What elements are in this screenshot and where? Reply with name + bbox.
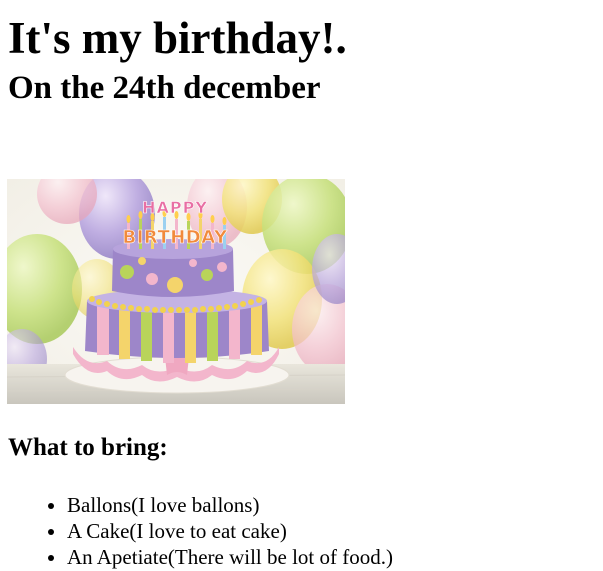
page-subtitle: On the 24th december [8, 70, 321, 106]
page-title: It's my birthday!. [8, 13, 347, 63]
svg-text:BIRTHDAY: BIRTHDAY [123, 227, 228, 248]
birthday-cake-image: HAPPY BIRTHDAY [7, 179, 345, 404]
birthday-cake-illustration: HAPPY BIRTHDAY [7, 179, 345, 404]
bring-heading: What to bring: [8, 434, 168, 461]
cake-topper-text: HAPPY [142, 198, 208, 217]
bring-list: Ballons(I love ballons) A Cake(I love to… [8, 492, 393, 570]
list-item: An Apetiate(There will be lot of food.) [67, 544, 393, 570]
list-item: A Cake(I love to eat cake) [67, 518, 393, 544]
page: It's my birthday!. On the 24th december [0, 12, 603, 569]
list-item: Ballons(I love ballons) [67, 492, 393, 518]
